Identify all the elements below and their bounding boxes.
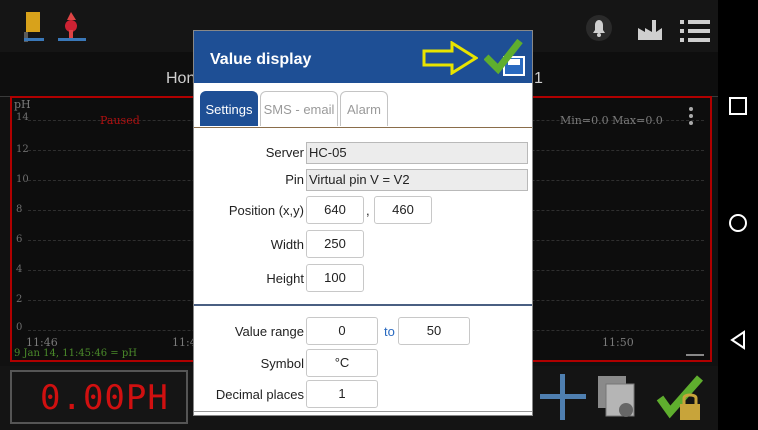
- y-tick: 0: [16, 322, 23, 333]
- tab-sms-email[interactable]: SMS - email: [260, 91, 338, 126]
- y-tick: 14: [16, 112, 29, 123]
- chart-minmax: Min=0.0 Max=0.0: [560, 114, 663, 127]
- ph-display: 0.00PH: [10, 370, 188, 424]
- y-tick: 8: [16, 204, 23, 215]
- range-max-input[interactable]: 50: [398, 317, 470, 345]
- tab-settings[interactable]: Settings: [200, 91, 258, 126]
- width-label: Width: [270, 237, 304, 252]
- android-nav-bar: [718, 0, 758, 430]
- pin-field[interactable]: Virtual pin V = V2: [306, 169, 528, 191]
- chart-y-axis-title: pH: [14, 98, 31, 111]
- height-label: Height: [266, 271, 304, 286]
- server-label: Server: [265, 145, 304, 160]
- plus-icon[interactable]: [540, 372, 586, 422]
- range-to-label: to: [384, 324, 395, 339]
- symbol-input[interactable]: °C: [306, 349, 378, 377]
- y-tick: 6: [16, 234, 23, 245]
- chart-footer: 9 Jan 14, 11:45:46 = pH: [14, 348, 137, 359]
- bottom-divider: [194, 411, 532, 412]
- menu-icon[interactable]: [680, 18, 710, 44]
- server-field[interactable]: HC-05: [306, 142, 528, 164]
- copy-settings-icon[interactable]: [596, 374, 640, 422]
- ph-reading: 0.00PH: [40, 378, 169, 418]
- recent-apps-icon[interactable]: [726, 94, 750, 118]
- y-tick: 10: [16, 174, 29, 185]
- section-divider: [194, 304, 532, 306]
- width-input[interactable]: 250: [306, 230, 364, 258]
- home-icon[interactable]: [726, 211, 750, 235]
- tank-icon[interactable]: [22, 10, 46, 44]
- valve-icon[interactable]: [56, 10, 88, 44]
- dialog-title: Value display: [210, 51, 312, 68]
- decimal-places-input[interactable]: 1: [306, 380, 378, 408]
- value-range-label: Value range: [234, 324, 304, 339]
- position-comma: ,: [366, 203, 370, 218]
- more-vert-icon[interactable]: [688, 106, 694, 126]
- screen-title: Hon: [166, 70, 196, 87]
- position-label: Position (x,y): [228, 203, 304, 218]
- height-input[interactable]: 100: [306, 264, 364, 292]
- arrow-right-icon: [422, 41, 478, 75]
- lock-check-icon[interactable]: [656, 372, 708, 424]
- position-y-input[interactable]: 460: [374, 196, 432, 224]
- pin-label: Pin: [285, 172, 304, 187]
- tab-alarm[interactable]: Alarm: [340, 91, 388, 126]
- symbol-label: Symbol: [260, 356, 304, 371]
- x-tick: 11:50: [602, 336, 634, 349]
- y-tick: 4: [16, 264, 23, 275]
- chart-scroll-indicator: [686, 354, 704, 356]
- y-tick: 2: [16, 294, 23, 305]
- save-check-icon[interactable]: [484, 37, 528, 79]
- dialog-header: Value display: [194, 31, 532, 83]
- value-display-dialog: Value display Settings SMS - email Alarm…: [193, 30, 533, 416]
- position-x-input[interactable]: 640: [306, 196, 364, 224]
- range-min-input[interactable]: 0: [306, 317, 378, 345]
- screen-title-tail: 1: [534, 70, 543, 87]
- decimal-places-label: Decimal places: [215, 387, 304, 402]
- dialog-tabs: Settings SMS - email Alarm: [194, 91, 532, 128]
- chart-status: Paused: [100, 114, 140, 127]
- back-icon[interactable]: [726, 328, 750, 352]
- factory-icon[interactable]: [636, 16, 664, 42]
- bell-icon[interactable]: [584, 14, 614, 42]
- y-tick: 12: [16, 144, 29, 155]
